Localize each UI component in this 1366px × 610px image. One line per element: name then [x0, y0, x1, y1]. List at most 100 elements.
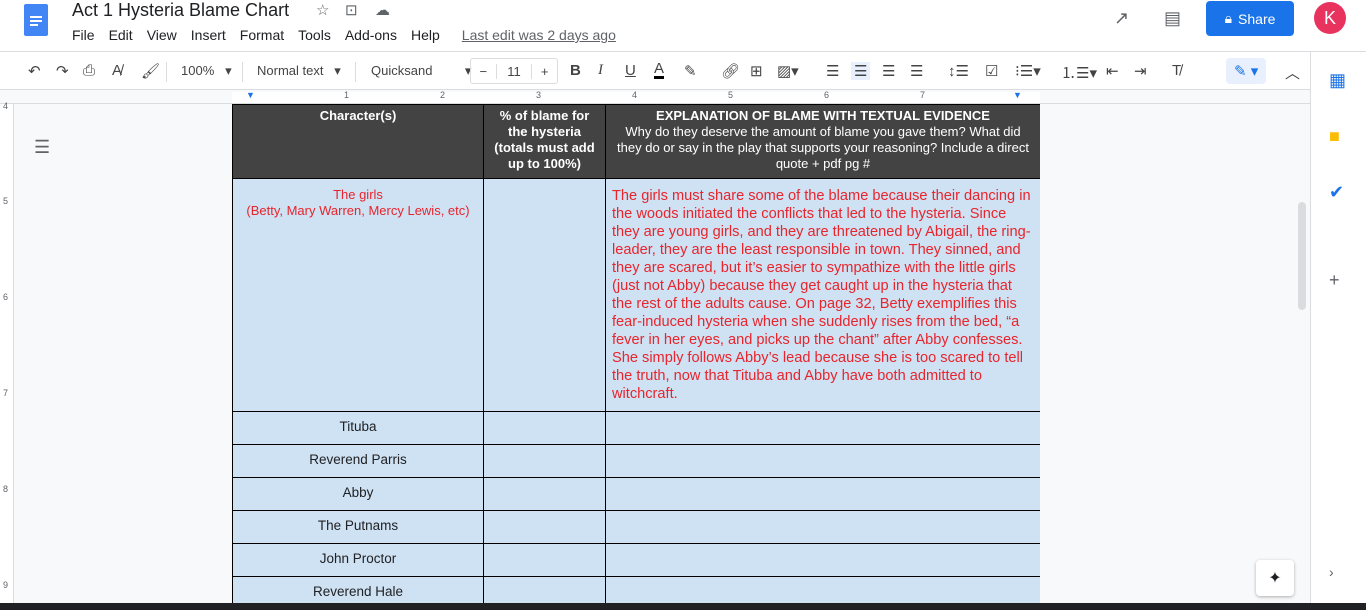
ruler-mark: 4 — [632, 90, 638, 100]
increase-indent-icon[interactable]: ⇥ — [1134, 62, 1147, 80]
share-button[interactable]: 🔒︎ Share — [1206, 1, 1294, 36]
percent-cell[interactable] — [483, 444, 606, 478]
align-center-icon[interactable]: ☰ — [851, 62, 871, 80]
docs-logo-icon[interactable] — [24, 4, 48, 36]
character-cell[interactable]: John Proctor — [232, 543, 484, 577]
header-character: Character(s) — [232, 104, 484, 179]
side-panel: ▦ ■ ✔ + › — [1310, 52, 1366, 603]
activity-trend-icon[interactable]: ↗ — [1114, 8, 1129, 29]
move-folder-icon[interactable]: ⊡ — [345, 1, 358, 19]
table-row: John Proctor — [232, 543, 1040, 577]
print-icon[interactable]: ⎙ — [83, 62, 95, 79]
menu-addons[interactable]: Add-ons — [345, 27, 397, 43]
font-select[interactable]: Quicksand ▾ — [371, 63, 471, 79]
justify-icon[interactable]: ☰ — [910, 62, 923, 80]
highlight-icon[interactable]: ✎ — [684, 62, 697, 80]
bold-icon[interactable]: B — [570, 62, 581, 79]
table-header-row: Character(s) % of blame for the hysteria… — [232, 104, 1040, 179]
ruler-mark: 5 — [3, 196, 9, 206]
share-label: Share — [1238, 10, 1276, 27]
left-indent-marker-icon[interactable]: ▼ — [246, 90, 255, 100]
spellcheck-icon[interactable]: A̸ — [112, 62, 122, 79]
percent-cell[interactable] — [483, 510, 606, 544]
avatar[interactable]: K — [1314, 2, 1346, 34]
align-right-icon[interactable]: ☰ — [882, 62, 895, 80]
right-indent-marker-icon[interactable]: ▼ — [1013, 90, 1022, 100]
explanation-cell[interactable] — [605, 510, 1040, 544]
horizontal-ruler[interactable]: 1 2 3 4 5 6 7 ▼ ▼ — [0, 90, 1310, 104]
menu-insert[interactable]: Insert — [191, 27, 226, 43]
character-cell[interactable]: Abby — [232, 477, 484, 511]
cloud-status-icon[interactable]: ☁ — [375, 1, 390, 19]
explanation-cell[interactable] — [605, 477, 1040, 511]
paint-format-icon[interactable]: 🖌︎ — [141, 62, 160, 80]
menu-tools[interactable]: Tools — [298, 27, 331, 43]
clear-formatting-icon[interactable]: T̸ — [1172, 62, 1181, 79]
add-addon-icon[interactable]: + — [1329, 270, 1340, 291]
percent-cell[interactable] — [483, 477, 606, 511]
explore-button[interactable]: ✦ — [1256, 560, 1294, 596]
character-cell[interactable]: Tituba — [232, 411, 484, 445]
align-left-icon[interactable]: ☰ — [826, 62, 839, 80]
decrease-indent-icon[interactable]: ⇤ — [1106, 62, 1119, 80]
explanation-cell[interactable] — [605, 411, 1040, 445]
vertical-scrollbar[interactable] — [1298, 202, 1306, 310]
add-comment-icon[interactable]: ⊞ — [750, 62, 763, 80]
collapse-menus-icon[interactable]: ︿ — [1285, 62, 1300, 83]
menu-help[interactable]: Help — [411, 27, 440, 43]
percent-cell[interactable] — [483, 178, 606, 412]
percent-cell[interactable] — [483, 543, 606, 577]
zoom-select[interactable]: 100% ▾ — [181, 63, 232, 79]
insert-image-icon[interactable]: ▨▾ — [777, 62, 799, 80]
comments-icon[interactable]: ▤ — [1164, 8, 1181, 29]
increase-font-button[interactable]: + — [532, 64, 557, 79]
checklist-icon[interactable]: ☑ — [985, 62, 998, 80]
expand-panel-icon[interactable]: › — [1329, 564, 1334, 580]
menu-format[interactable]: Format — [240, 27, 284, 43]
underline-icon[interactable]: U — [625, 62, 636, 79]
explanation-cell[interactable] — [605, 543, 1040, 577]
ruler-mark: 3 — [536, 90, 542, 100]
numbered-list-icon[interactable]: ⒈☰▾ — [1061, 62, 1097, 83]
app-header: Act 1 Hysteria Blame Chart ☆ ⊡ ☁ File Ed… — [0, 0, 1366, 52]
percent-cell[interactable] — [483, 411, 606, 445]
line-spacing-icon[interactable]: ↕☰ — [948, 62, 969, 80]
explanation-cell[interactable]: The girls must share some of the blame b… — [605, 178, 1040, 412]
menu-view[interactable]: View — [147, 27, 177, 43]
percent-cell[interactable] — [483, 576, 606, 603]
font-size-stepper[interactable]: − 11 + — [470, 58, 558, 84]
ruler-mark: 4 — [3, 101, 9, 111]
link-icon[interactable]: 🔗︎ — [721, 62, 740, 80]
table-row: The girls (Betty, Mary Warren, Mercy Lewi… — [232, 178, 1040, 412]
text-color-icon[interactable]: A — [654, 61, 665, 79]
document-outline-icon[interactable]: ☰ — [34, 137, 50, 158]
keep-icon[interactable]: ■ — [1329, 126, 1340, 147]
style-select[interactable]: Normal text ▾ — [257, 63, 341, 79]
tasks-icon[interactable]: ✔ — [1329, 182, 1344, 203]
blame-table: Character(s) % of blame for the hysteria… — [232, 104, 1040, 603]
menu-edit[interactable]: Edit — [109, 27, 133, 43]
character-cell[interactable]: The girls (Betty, Mary Warren, Mercy Lewi… — [232, 178, 484, 412]
table-row: Reverend Hale — [232, 576, 1040, 603]
star-icon[interactable]: ☆ — [316, 1, 329, 19]
menu-file[interactable]: File — [72, 27, 95, 43]
italic-icon[interactable]: I — [598, 62, 603, 79]
last-edit-link[interactable]: Last edit was 2 days ago — [462, 27, 616, 43]
document-page[interactable]: Character(s) % of blame for the hysteria… — [232, 104, 1040, 603]
document-title[interactable]: Act 1 Hysteria Blame Chart — [72, 0, 289, 21]
explanation-cell[interactable] — [605, 444, 1040, 478]
bulleted-list-icon[interactable]: ⁝☰▾ — [1015, 62, 1041, 80]
ruler-mark: 7 — [920, 90, 926, 100]
redo-icon[interactable]: ↷ — [56, 62, 69, 80]
explanation-cell[interactable] — [605, 576, 1040, 603]
character-cell[interactable]: The Putnams — [232, 510, 484, 544]
editing-mode-icon[interactable]: ✎ ▾ — [1226, 58, 1267, 84]
character-cell[interactable]: Reverend Hale — [232, 576, 484, 603]
decrease-font-button[interactable]: − — [471, 64, 496, 79]
calendar-icon[interactable]: ▦ — [1329, 70, 1346, 91]
vertical-ruler[interactable]: 4 5 6 7 8 9 — [0, 101, 14, 603]
character-cell[interactable]: Reverend Parris — [232, 444, 484, 478]
undo-icon[interactable]: ↶ — [28, 62, 41, 80]
font-size-input[interactable]: 11 — [495, 63, 533, 79]
header-percent: % of blame for the hysteria (totals must… — [483, 104, 606, 179]
